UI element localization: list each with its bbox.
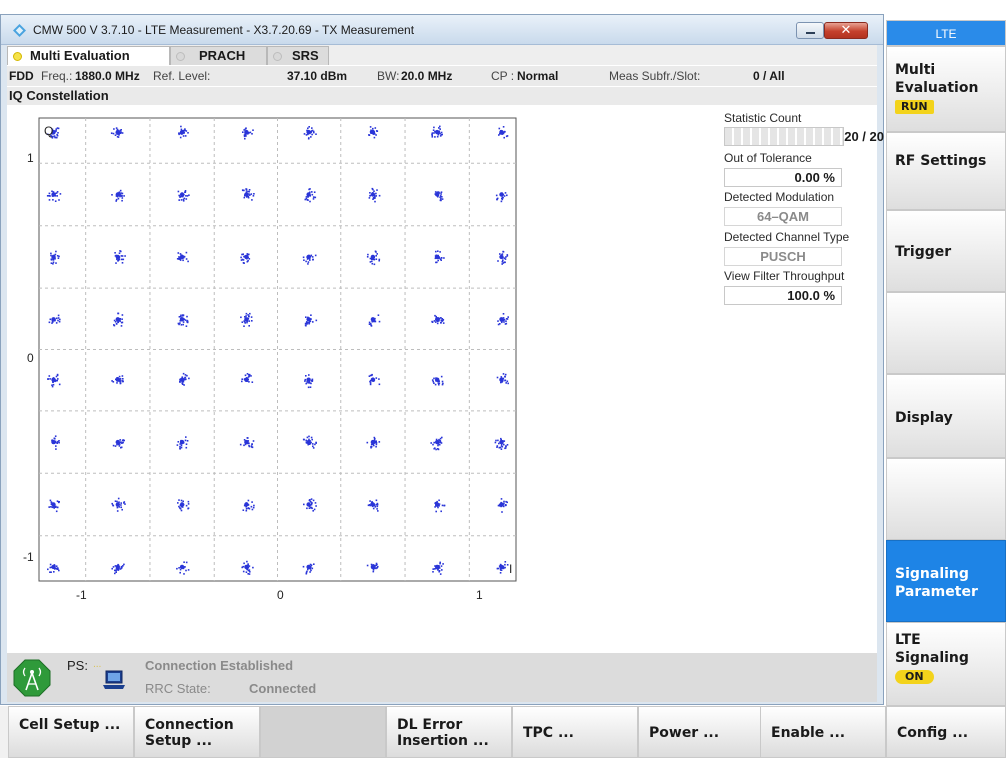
antenna-icon [13,659,51,697]
freq-label: Freq.: [41,69,73,83]
q-axis-label: Q [44,124,53,138]
iq-constellation-svg: Q I [38,117,517,582]
statistic-count-label: Statistic Count [724,111,802,125]
out-of-tolerance-value: 0.00 % [724,168,842,187]
ref-level-label: Ref. Level: [153,69,211,83]
softkey-label: RF Settings [895,153,987,169]
statistics-panel: Statistic Count 20 / 20 Out of Tolerance… [710,105,884,640]
empty-softkey[interactable] [886,292,1006,374]
ps-label: PS: [67,658,88,673]
tab-label: Multi Evaluation [30,48,130,63]
cp-value: Normal [517,69,559,83]
empty-softkey[interactable] [886,458,1006,540]
softkey-label: Signaling Parameter [895,566,978,600]
softkey-label: LTE Signaling [895,632,969,666]
measurement-window: CMW 500 V 3.7.10 - LTE Measurement - X3.… [0,14,884,705]
y-tick-label: -1 [23,550,34,564]
lte-header: LTE [886,20,1006,46]
tpc-softkey[interactable]: TPC ... [512,706,638,758]
connection-setup-softkey[interactable]: Connection Setup ... [134,706,260,758]
x-tick-label: 0 [277,588,284,602]
duplex-mode: FDD [9,69,34,83]
measurement-info-row: FDD Freq.: 1880.0 MHz Ref. Level: 37.10 … [7,66,877,86]
freq-value: 1880.0 MHz [75,69,140,83]
view-filter-label: View Filter Throughput [724,269,845,283]
close-icon[interactable]: ✕ [824,22,868,39]
detected-channel-label: Detected Channel Type [724,230,850,244]
ref-level-value: 37.10 dBm [287,69,348,83]
i-axis-label: I [509,562,512,576]
status-dot-icon [176,52,185,61]
run-status-badge: RUN [895,100,934,114]
multi-evaluation-softkey[interactable]: Multi Evaluation RUN [886,46,1006,132]
bw-label: BW: [377,69,400,83]
rrc-state-value: Connected [249,681,317,696]
y-tick-label: 0 [27,351,34,365]
rf-settings-softkey[interactable]: RF Settings [886,132,1006,210]
status-dot-icon [13,52,22,61]
config-softkey[interactable]: Config ... [886,706,1006,758]
right-softkey-panel: LTE Multi Evaluation RUN RF Settings Tri… [886,20,1006,706]
empty-bottom-softkey[interactable] [260,706,386,758]
iq-constellation-plot[interactable]: Q I 1 0 -1 -1 0 1 [7,105,710,640]
bw-value: 20.0 MHz [401,69,453,83]
status-dot-icon [273,52,282,61]
connection-status-strip: PS: ∙∙∙ Connection Established RRC State… [7,653,877,702]
tab-srs[interactable]: SRS [267,46,329,65]
cell-setup-softkey[interactable]: Cell Setup ... [8,706,134,758]
cp-label: CP : [491,69,515,83]
tab-multi-evaluation[interactable]: Multi Evaluation [7,46,170,65]
window-title: CMW 500 V 3.7.10 - LTE Measurement - X3.… [33,23,415,37]
minimize-icon[interactable] [796,22,824,39]
y-tick-label: 1 [27,151,34,165]
statistic-count-indicator: 20 / 20 [724,127,884,146]
detected-channel-value: PUSCH [724,247,842,266]
display-softkey[interactable]: Display [886,374,1006,458]
x-tick-label: -1 [76,588,87,602]
detected-modulation-label: Detected Modulation [724,190,835,204]
power-softkey[interactable]: Power ... [638,706,764,758]
tab-label: PRACH [199,48,246,63]
trigger-softkey[interactable]: Trigger [886,210,1006,292]
tab-strip: Multi Evaluation PRACH SRS [7,45,877,65]
out-of-tolerance-label: Out of Tolerance [724,151,812,165]
softkey-label: Multi Evaluation [895,62,979,96]
softkey-label: Trigger [895,244,952,260]
dl-error-insertion-softkey[interactable]: DL Error Insertion ... [386,706,512,758]
signaling-parameter-softkey[interactable]: Signaling Parameter [886,540,1006,622]
x-tick-label: 1 [476,588,483,602]
view-filter-value: 100.0 % [724,286,842,305]
on-status-badge: ON [895,670,934,684]
meas-subframe-label: Meas Subfr./Slot: [609,69,701,83]
plot-frame [38,117,517,582]
bottom-softkey-bar: Cell Setup ... Connection Setup ... DL E… [0,706,1006,758]
title-bar[interactable]: CMW 500 V 3.7.10 - LTE Measurement - X3.… [1,15,883,45]
ps-link-icon: ∙∙∙ [93,661,102,672]
laptop-icon [103,670,125,689]
lte-signaling-softkey[interactable]: LTE Signaling ON [886,622,1006,706]
meas-subframe-value: 0 / All [753,69,785,83]
connection-status-text: Connection Established [145,658,294,673]
section-title: IQ Constellation [7,87,877,105]
tab-prach[interactable]: PRACH [170,46,267,65]
app-icon [13,24,26,37]
statistic-count-value: 20 / 20 [844,129,884,144]
enable-softkey[interactable]: Enable ... [760,706,886,758]
main-content: Multi Evaluation PRACH SRS FDD Freq.: 18… [7,45,884,702]
rrc-state-label: RRC State: [145,681,211,696]
detected-modulation-value: 64–QAM [724,207,842,226]
tab-label: SRS [292,48,319,63]
softkey-label: Display [895,410,953,426]
